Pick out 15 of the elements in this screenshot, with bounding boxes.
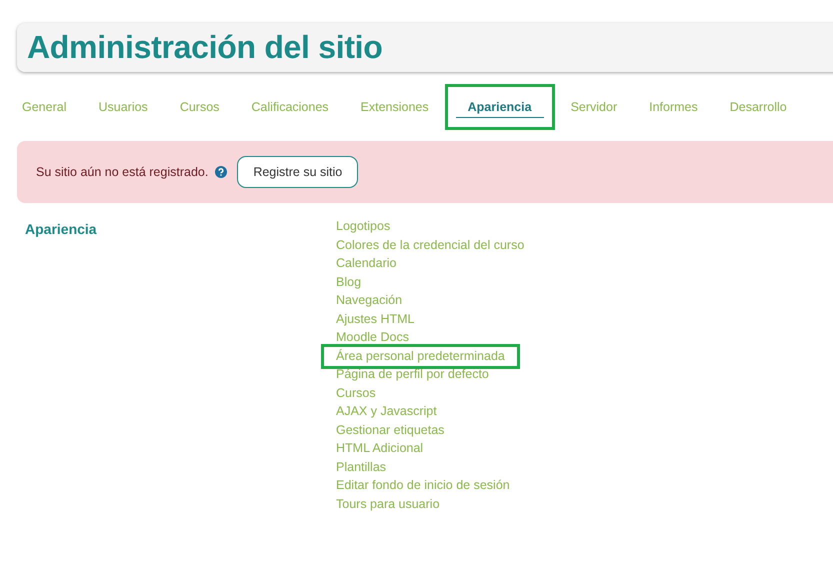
section-heading: Apariencia <box>25 220 98 239</box>
alert-message: Su sitio aún no está registrado. <box>36 165 208 179</box>
nav-tab[interactable]: Extensiones <box>346 84 444 130</box>
nav-tab[interactable]: Cursos <box>164 84 234 130</box>
nav-tab[interactable]: Usuarios <box>83 84 163 130</box>
nav-tab[interactable]: General <box>7 84 82 130</box>
help-icon[interactable] <box>215 166 228 178</box>
nav-tab[interactable]: Informes <box>634 84 713 130</box>
register-button[interactable]: Registre su sitio <box>237 156 358 188</box>
settings-link[interactable]: Área personal predeterminada <box>321 344 520 368</box>
page-title: Administración del sitio <box>27 29 383 66</box>
nav-tab[interactable]: Calificaciones <box>236 84 344 130</box>
nav-tab[interactable]: Apariencia <box>444 84 555 130</box>
nav-tab[interactable]: Servidor <box>556 84 632 130</box>
nav-tab[interactable]: Desarrollo <box>714 84 802 130</box>
